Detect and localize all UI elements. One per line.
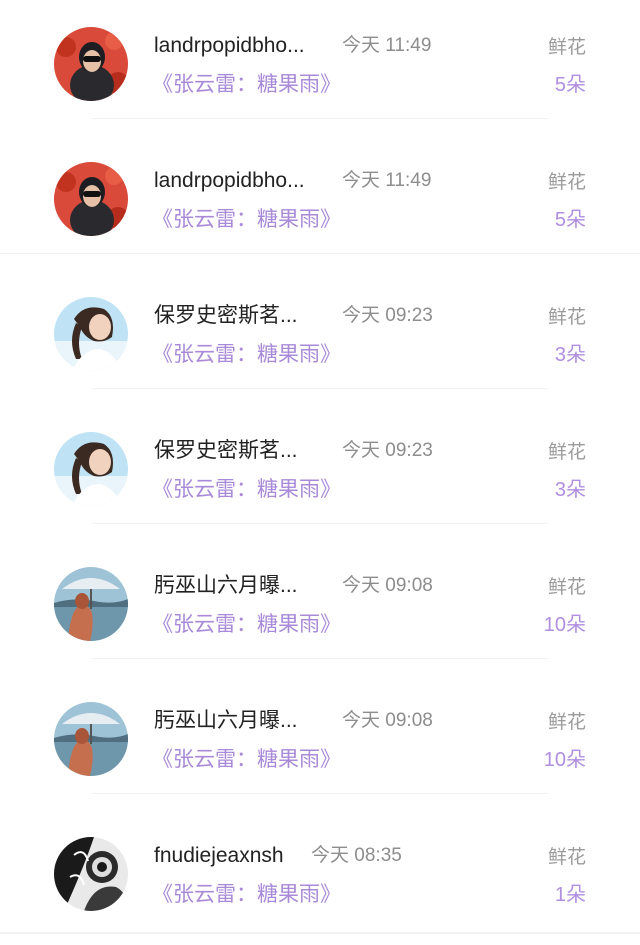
sender-name: 肟巫山六月曝... [154, 574, 298, 597]
divider [92, 523, 548, 524]
list-item[interactable]: 保罗史密斯茗... 今天 09:23 《张云雷：糖果雨》 鲜花 3朵 [0, 270, 640, 405]
list-item[interactable]: 肟巫山六月曝... 今天 09:08 《张云雷：糖果雨》 鲜花 10朵 [0, 675, 640, 810]
gift-count: 5朵 [554, 209, 586, 231]
sender-name: landrpopidbho... [154, 169, 305, 192]
avatar[interactable] [54, 432, 128, 506]
gift-type: 鲜花 [547, 37, 586, 58]
user-avatar-image [54, 162, 128, 236]
sender-name: fnudiejeaxnsh [154, 844, 284, 867]
avatar[interactable] [54, 702, 128, 776]
book-title[interactable]: 《张云雷：糖果雨》 [152, 71, 341, 99]
list-item[interactable]: 肟巫山六月曝... 今天 09:08 《张云雷：糖果雨》 鲜花 10朵 [0, 540, 640, 675]
gift-count: 1朵 [554, 884, 586, 906]
divider [0, 253, 640, 254]
user-avatar-image [54, 432, 128, 506]
book-title[interactable]: 《张云雷：糖果雨》 [152, 746, 341, 774]
gift-time: 今天 09:23 [342, 440, 433, 461]
divider [92, 388, 548, 389]
book-title[interactable]: 《张云雷：糖果雨》 [152, 611, 341, 639]
sender-name: 肟巫山六月曝... [154, 709, 298, 732]
divider [92, 793, 548, 794]
book-title[interactable]: 《张云雷：糖果雨》 [152, 476, 341, 504]
gift-count: 3朵 [554, 344, 586, 366]
sender-name: 保罗史密斯茗... [154, 439, 298, 462]
gift-time: 今天 09:08 [342, 575, 433, 596]
gift-type: 鲜花 [547, 442, 586, 463]
user-avatar-image [54, 27, 128, 101]
gift-type: 鲜花 [547, 847, 586, 868]
list-item[interactable]: landrpopidbho... 今天 11:49 《张云雷：糖果雨》 鲜花 5… [0, 135, 640, 270]
gift-count: 5朵 [554, 74, 586, 96]
gift-time: 今天 11:49 [342, 170, 432, 191]
divider [92, 118, 548, 119]
sender-name: landrpopidbho... [154, 34, 305, 57]
gift-type: 鲜花 [547, 172, 586, 193]
gift-time: 今天 11:49 [342, 35, 432, 56]
list-item[interactable]: fnudiejeaxnsh 今天 08:35 《张云雷：糖果雨》 鲜花 1朵 [0, 810, 640, 945]
gift-count: 10朵 [543, 749, 586, 771]
sender-name: 保罗史密斯茗... [154, 304, 298, 327]
gift-count: 3朵 [554, 479, 586, 501]
gift-record-list: landrpopidbho... 今天 11:49 《张云雷：糖果雨》 鲜花 5… [0, 0, 640, 934]
gift-type: 鲜花 [547, 712, 586, 733]
book-title[interactable]: 《张云雷：糖果雨》 [152, 341, 341, 369]
avatar[interactable] [54, 162, 128, 236]
gift-time: 今天 08:35 [311, 845, 402, 866]
gift-time: 今天 09:08 [342, 710, 433, 731]
user-avatar-image [54, 297, 128, 371]
list-item[interactable]: 保罗史密斯茗... 今天 09:23 《张云雷：糖果雨》 鲜花 3朵 [0, 405, 640, 540]
avatar[interactable] [54, 567, 128, 641]
avatar[interactable] [54, 837, 128, 911]
list-item[interactable]: landrpopidbho... 今天 11:49 《张云雷：糖果雨》 鲜花 5… [0, 0, 640, 135]
book-title[interactable]: 《张云雷：糖果雨》 [152, 206, 341, 234]
avatar[interactable] [54, 297, 128, 371]
gift-type: 鲜花 [547, 577, 586, 598]
gift-time: 今天 09:23 [342, 305, 433, 326]
avatar[interactable] [54, 27, 128, 101]
user-avatar-image [54, 567, 128, 641]
gift-type: 鲜花 [547, 307, 586, 328]
gift-count: 10朵 [543, 614, 586, 636]
user-avatar-image [54, 702, 128, 776]
user-avatar-image [54, 837, 128, 911]
divider [92, 658, 548, 659]
book-title[interactable]: 《张云雷：糖果雨》 [152, 881, 341, 909]
